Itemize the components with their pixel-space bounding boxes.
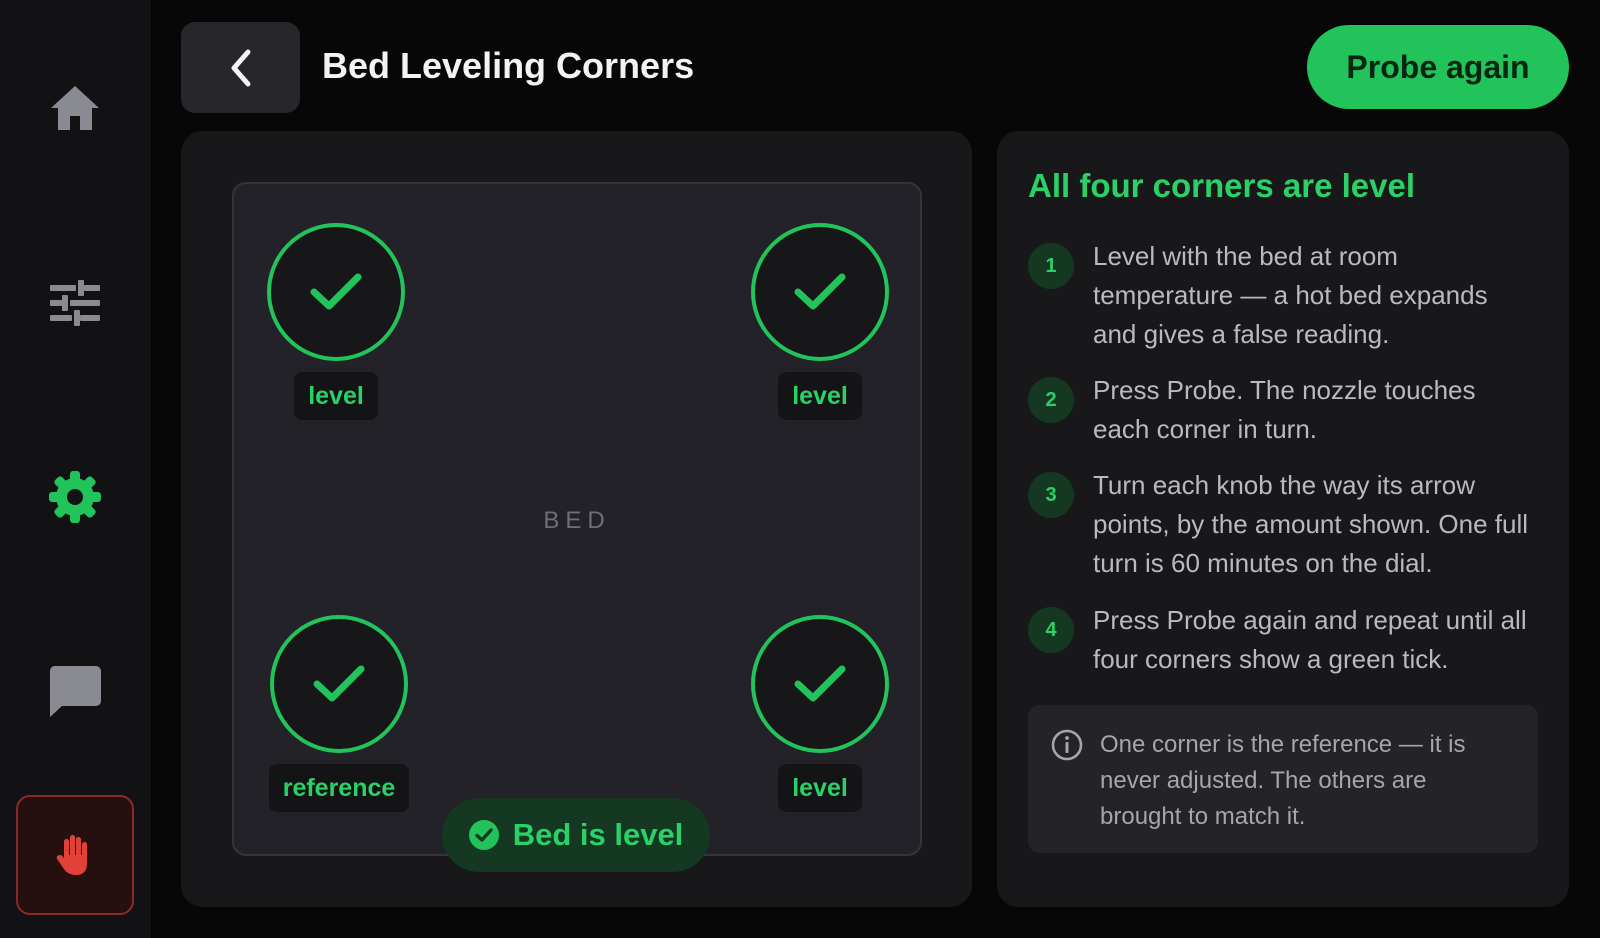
- corner-top-right[interactable]: level: [750, 223, 890, 420]
- corner-top-left[interactable]: level: [266, 223, 406, 420]
- corner-indicator: [751, 223, 889, 361]
- reference-note: One corner is the reference — it is neve…: [1028, 705, 1538, 853]
- step-number: 4: [1028, 607, 1074, 653]
- step-number: 2: [1028, 377, 1074, 423]
- bed-status-pill: Bed is level: [442, 798, 710, 872]
- corner-indicator: [751, 615, 889, 753]
- instruction-step: 1 Level with the bed at room temperature…: [1028, 237, 1538, 354]
- nav-home-button[interactable]: [16, 49, 134, 167]
- sidebar: [0, 0, 151, 938]
- chevron-left-icon: [231, 49, 250, 86]
- instructions-title: All four corners are level: [1028, 167, 1415, 204]
- nav-settings-button[interactable]: [16, 438, 134, 556]
- step-text: Press Probe again and repeat until all f…: [1093, 605, 1527, 674]
- nav-messages-button[interactable]: [16, 632, 134, 750]
- hand-stop-icon: [56, 835, 87, 875]
- emergency-stop-button[interactable]: [16, 795, 134, 915]
- instruction-step: 4 Press Probe again and repeat until all…: [1028, 601, 1538, 679]
- probe-again-button[interactable]: Probe again: [1307, 25, 1569, 109]
- step-text: Press Probe. The nozzle touches each cor…: [1093, 375, 1476, 444]
- back-button[interactable]: [181, 22, 300, 113]
- step-text: Level with the bed at room temperature —…: [1093, 241, 1488, 349]
- corner-bottom-left[interactable]: reference: [268, 615, 410, 812]
- check-icon: [794, 665, 846, 702]
- bed-label: BED: [543, 507, 611, 534]
- instruction-step: 2 Press Probe. The nozzle touches each c…: [1028, 371, 1538, 449]
- chat-icon: [49, 666, 101, 717]
- corner-status-label: level: [294, 372, 378, 420]
- corner-status-label: reference: [268, 764, 410, 812]
- reference-note-text: One corner is the reference — it is neve…: [1100, 731, 1466, 830]
- nav-controls-button[interactable]: [16, 244, 134, 362]
- step-number: 3: [1028, 472, 1074, 518]
- check-icon: [794, 273, 846, 310]
- instruction-step: 3 Turn each knob the way its arrow point…: [1028, 466, 1538, 583]
- check-icon: [310, 273, 362, 310]
- corner-indicator: [267, 223, 405, 361]
- bed-panel: BED level level reference level Bed is l…: [181, 131, 972, 907]
- corner-indicator: [270, 615, 408, 753]
- step-number: 1: [1028, 243, 1074, 289]
- sliders-icon: [50, 280, 100, 326]
- check-circle-icon: [468, 820, 499, 850]
- instructions-panel: All four corners are level 1 Level with …: [997, 131, 1569, 907]
- bed-status-text: Bed is level: [512, 817, 684, 852]
- corner-bottom-right[interactable]: level: [750, 615, 890, 812]
- corner-status-label: level: [778, 764, 862, 812]
- page-title: Bed Leveling Corners: [322, 45, 695, 86]
- home-icon: [51, 86, 99, 130]
- corner-status-label: level: [778, 372, 862, 420]
- gear-icon: [49, 471, 101, 523]
- step-text: Turn each knob the way its arrow points,…: [1093, 470, 1529, 578]
- check-icon: [313, 665, 365, 702]
- info-icon: [1051, 729, 1083, 761]
- bed-plate: BED level level reference level: [232, 182, 922, 856]
